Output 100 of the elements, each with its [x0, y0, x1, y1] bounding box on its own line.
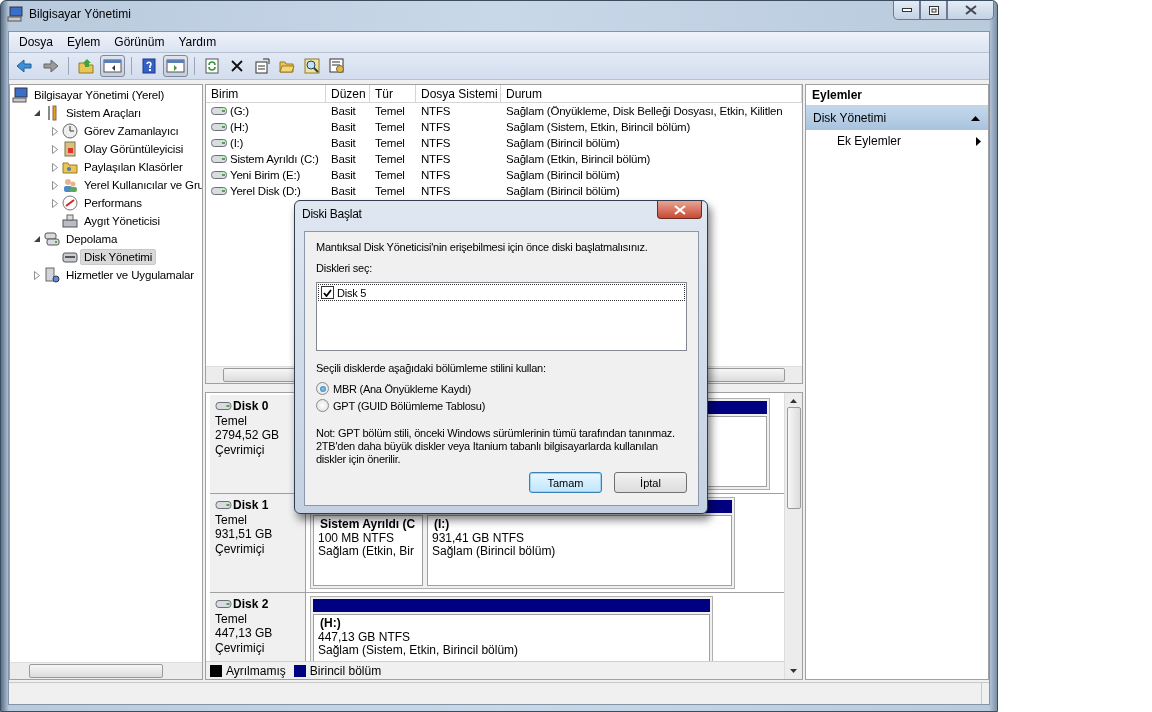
- minimize-button[interactable]: [893, 1, 920, 20]
- expand-triangle-icon[interactable]: [52, 180, 58, 190]
- partition-size: 447,13 GB NTFS: [318, 630, 412, 644]
- partition-name: Sistem Ayrıldı (C: [319, 518, 417, 532]
- partition-status: Sağlam (Sistem, Etkin, Birincil bölüm): [318, 644, 520, 658]
- partition-box[interactable]: (I:) 931,41 GB NTFS Sağlam (Birincil bölüm): [427, 515, 732, 586]
- collapse-triangle-icon[interactable]: [33, 235, 41, 243]
- scroll-up-icon[interactable]: [790, 399, 797, 403]
- drive-icon: [211, 155, 227, 163]
- radio-button[interactable]: [316, 382, 329, 395]
- option-label: MBR (Ana Önyükleme Kaydı): [333, 382, 472, 395]
- dialog-button[interactable]: Tamam: [529, 472, 602, 493]
- maximize-button[interactable]: [920, 1, 947, 20]
- tree-item[interactable]: Hizmetler ve Uygulamalar: [62, 267, 199, 283]
- table-cell: Sağlam (Etkin, Birincil bölüm): [506, 153, 651, 165]
- tree-item[interactable]: Performans: [80, 195, 146, 211]
- tree-item[interactable]: Bilgisayar Yönetimi (Yerel): [30, 87, 169, 103]
- device-icon: [62, 213, 78, 229]
- disk-status: Çevrimiçi: [215, 640, 266, 655]
- drive-icon: [211, 187, 227, 195]
- window-title: Bilgisayar Yönetimi: [29, 7, 131, 21]
- back-arrow-icon: [16, 58, 33, 74]
- tree-item[interactable]: Paylaşılan Klasörler: [80, 159, 187, 175]
- close-button[interactable]: [947, 1, 994, 20]
- menu-item[interactable]: Dosya: [12, 35, 60, 49]
- expand-triangle-icon[interactable]: [52, 126, 58, 136]
- drive-icon: [215, 402, 232, 411]
- tree-item[interactable]: Sistem Araçları: [62, 105, 146, 121]
- disk-info-panel[interactable]: Disk 1 Temel 931,51 GB Çevrimiçi: [210, 494, 306, 592]
- drive-icon: [211, 123, 227, 131]
- column-header[interactable]: Dosya Sistemi: [416, 85, 501, 102]
- services-icon: [44, 267, 60, 283]
- table-cell: (G:): [230, 105, 249, 117]
- disk-type: Temel: [215, 611, 248, 626]
- minimize-icon: [901, 8, 912, 12]
- expand-triangle-icon[interactable]: [52, 144, 58, 154]
- users-icon: [62, 177, 78, 193]
- disk-info-panel[interactable]: Disk 2 Temel 447,13 GB Çevrimiçi: [210, 593, 306, 661]
- dialog-button[interactable]: İptal: [614, 472, 687, 493]
- tree-item[interactable]: Görev Zamanlayıcı: [80, 123, 183, 139]
- table-cell: Sağlam (Birincil bölüm): [506, 169, 620, 181]
- menu-item[interactable]: Yardım: [171, 35, 224, 49]
- menu-item[interactable]: Eylem: [60, 35, 108, 49]
- table-cell: Basit: [331, 137, 356, 149]
- disk-status: Çevrimiçi: [215, 442, 266, 457]
- option-label: GPT (GUID Bölümleme Tablosu): [333, 399, 486, 412]
- menu-item[interactable]: Görünüm: [107, 35, 172, 49]
- section-label: Disk Yönetimi: [813, 111, 887, 125]
- table-cell: Temel: [375, 137, 405, 149]
- table-cell: (H:): [230, 121, 249, 133]
- expand-triangle-icon[interactable]: [52, 162, 58, 172]
- table-cell: Sağlam (Önyükleme, Disk Belleği Dosyası, Etkin, Kilitlen: [506, 105, 783, 117]
- checkbox[interactable]: [321, 286, 334, 299]
- restore-icon: [928, 5, 939, 15]
- tree-item[interactable]: Aygıt Yöneticisi: [80, 213, 164, 229]
- disk-name: Disk 0: [233, 399, 269, 414]
- partition-name: (I:): [433, 518, 451, 532]
- table-cell: Temel: [375, 185, 405, 197]
- actions-section[interactable]: Disk Yönetimi: [806, 106, 988, 130]
- forward-arrow-icon: [42, 58, 59, 74]
- help-icon: [141, 58, 157, 74]
- radio-button[interactable]: [316, 399, 329, 412]
- partition-status: Sağlam (Etkin, Bir: [318, 545, 416, 559]
- disk-name: Disk 1: [233, 498, 269, 513]
- scroll-down-icon[interactable]: [790, 669, 797, 673]
- disk-type: Temel: [215, 512, 248, 527]
- table-cell: Temel: [375, 105, 405, 117]
- partition-name: (H:): [319, 617, 342, 631]
- action-item[interactable]: Ek Eylemler: [806, 130, 988, 152]
- expand-triangle-icon[interactable]: [34, 270, 40, 280]
- partition-box[interactable]: Sistem Ayrıldı (C 100 MB NTFS Sağlam (Etkin, Bir: [313, 515, 423, 586]
- disk-size: 931,51 GB: [215, 527, 274, 542]
- close-button[interactable]: [657, 201, 702, 219]
- pane-icon: [103, 58, 122, 74]
- column-header[interactable]: Durum: [501, 85, 802, 102]
- computer-icon: [12, 87, 28, 103]
- collapse-triangle-icon[interactable]: [33, 109, 41, 117]
- note-text: Not: GPT bölüm stili, önceki Windows sürümlerinin tümü tarafından tanınmaz. 2TB'den daha büyük diskler veya Itanium tabanlı bilgisayarlarda kullanılan diskler için önerilir.: [316, 427, 676, 466]
- folder-up-icon: [78, 58, 94, 74]
- scrollbar[interactable]: [10, 662, 202, 679]
- partition-box[interactable]: (H:) 447,13 GB NTFS Sağlam (Sistem, Etkin, Birincil bölüm): [313, 614, 710, 661]
- disk-name: Disk 2: [233, 597, 269, 612]
- column-header[interactable]: Düzen: [326, 85, 370, 102]
- column-header[interactable]: Birim: [206, 85, 326, 102]
- expand-triangle-icon[interactable]: [52, 198, 58, 208]
- gauge-icon: [62, 195, 78, 211]
- storage-icon: [44, 231, 60, 247]
- table-cell: Basit: [331, 153, 356, 165]
- column-header[interactable]: Tür: [370, 85, 416, 102]
- disk-list[interactable]: Disk 5: [316, 282, 687, 351]
- toolbar-button[interactable]: [301, 55, 323, 77]
- disk-size: 447,13 GB: [215, 626, 274, 641]
- clock-icon: [62, 123, 78, 139]
- computer-icon: [7, 6, 23, 22]
- pane-icon: [166, 58, 185, 74]
- collapse-triangle-icon[interactable]: [971, 115, 980, 121]
- tree-item[interactable]: Depolama: [62, 231, 122, 247]
- tree-item[interactable]: Disk Yönetimi: [80, 249, 157, 265]
- scrollbar[interactable]: [784, 393, 802, 679]
- tree-item[interactable]: Olay Görüntüleyicisi: [80, 141, 188, 157]
